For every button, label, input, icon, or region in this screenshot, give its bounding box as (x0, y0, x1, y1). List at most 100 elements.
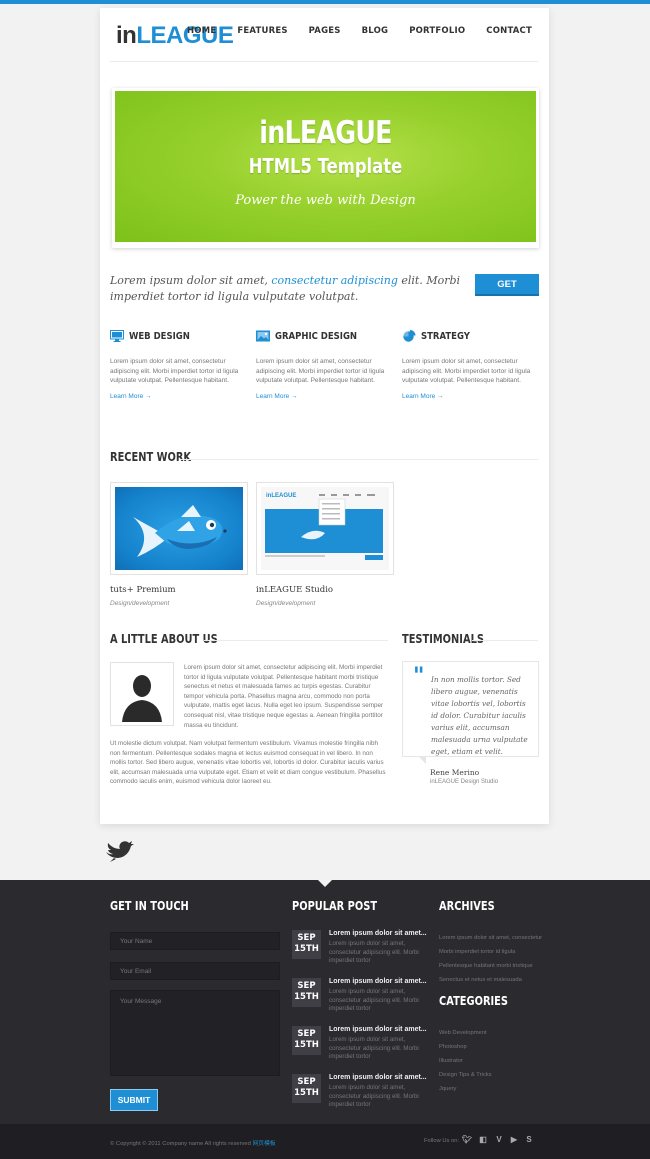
section-divider (180, 459, 538, 460)
flickr-icon[interactable]: ◧ (478, 1135, 488, 1145)
about-paragraph-1: Lorem ipsum dolor sit amet, consectetur … (184, 664, 384, 729)
categories-title: CATEGORIES (439, 994, 508, 1008)
archive-link[interactable]: Pellentesque habitant morbi tristique (439, 963, 533, 969)
portfolio-thumb-tuts[interactable] (110, 482, 248, 575)
copyright: © Copyright © 2011 Company name All righ… (110, 1138, 276, 1147)
feature-title: STRATEGY (421, 330, 470, 342)
category-link[interactable]: Jquery (439, 1086, 456, 1092)
intro-text: Lorem ipsum dolor sit amet, consectetur … (110, 273, 470, 305)
twitter-bird-icon[interactable] (104, 840, 134, 862)
testimonial-pointer (418, 756, 426, 764)
nav-features[interactable]: FEATURES (237, 26, 287, 36)
skype-icon[interactable]: S (524, 1135, 534, 1145)
category-link[interactable]: Photoshop (439, 1044, 467, 1050)
testimonial-box: " In non mollis tortor. Sed libero augue… (402, 661, 539, 757)
submit-button[interactable]: SUBMIT (110, 1089, 158, 1111)
user-silhouette-icon (114, 666, 170, 722)
post-month: SEP (297, 933, 316, 943)
monitor-icon (110, 330, 124, 342)
category-link[interactable]: Design Tips & Tricks (439, 1072, 492, 1078)
post-excerpt: Lorem ipsum dolor sit amet, consectetur … (329, 1084, 419, 1109)
post-excerpt: Lorem ipsum dolor sit amet, consectetur … (329, 1036, 419, 1061)
email-field[interactable]: Your Email (110, 962, 280, 980)
post-day: 15TH (294, 992, 319, 1002)
post-day: 15TH (294, 1088, 319, 1098)
site-preview: inLEAGUE (261, 487, 389, 570)
category-link[interactable]: Web Development (439, 1030, 487, 1036)
archive-link[interactable]: Lorem ipsum dolor sit amet, consectetur (439, 935, 542, 941)
work-subtitle: Design/development (256, 600, 316, 607)
testimonial-quote: In non mollis tortor. Sed libero augue, … (431, 675, 528, 756)
recent-work-title: RECENT WORK (110, 450, 192, 464)
nav-portfolio[interactable]: PORTFOLIO (409, 26, 465, 36)
archive-link[interactable]: Senectus et netus et malesuada (439, 977, 522, 983)
feature-title: GRAPHIC DESIGN (275, 330, 358, 342)
copyright-link[interactable]: 网页模板 (253, 1141, 276, 1147)
testimonial-author: Rene Merino (430, 768, 480, 777)
nav-contact[interactable]: CONTACT (486, 26, 532, 36)
feature-text: Lorem ipsum dolor sit amet, consectetur … (256, 358, 385, 384)
feature-strategy: STRATEGY Lorem ipsum dolor sit amet, con… (402, 329, 532, 400)
feature-graphic-design: GRAPHIC DESIGN Lorem ipsum dolor sit ame… (256, 329, 386, 400)
nav-blog[interactable]: BLOG (362, 26, 389, 36)
post-title[interactable]: Lorem ipsum dolor sit amet... (329, 1026, 427, 1033)
get-in-touch-title: GET IN TOUCH (110, 899, 189, 913)
work-title[interactable]: tuts+ Premium (110, 585, 176, 595)
post-title[interactable]: Lorem ipsum dolor sit amet... (329, 930, 427, 937)
twitter-icon[interactable]: 🐦︎ (462, 1135, 472, 1145)
post-title[interactable]: Lorem ipsum dolor sit amet... (329, 1074, 427, 1081)
avatar (110, 662, 174, 726)
feature-text: Lorem ipsum dolor sit amet, consectetur … (110, 358, 239, 384)
about-title: A LITTLE ABOUT US (110, 632, 218, 646)
post-date: SEP 15TH (292, 1074, 321, 1103)
get-button[interactable]: GET (475, 274, 539, 296)
post-excerpt: Lorem ipsum dolor sit amet, consectetur … (329, 940, 419, 965)
feature-title: WEB DESIGN (129, 330, 190, 342)
popular-post-item[interactable]: SEP 15TH Lorem ipsum dolor sit amet... Lo… (292, 1026, 432, 1066)
site-preview-graphic: inLEAGUE (265, 493, 383, 560)
intro-link[interactable]: consectetur adipiscing (271, 274, 398, 287)
category-link[interactable]: Illustrator (439, 1058, 463, 1064)
svg-text:inLEAGUE: inLEAGUE (266, 493, 296, 499)
learn-more-link[interactable]: Learn More → (402, 393, 532, 400)
learn-more-link[interactable]: Learn More → (256, 393, 386, 400)
name-field[interactable]: Your Name (110, 932, 280, 950)
learn-more-link[interactable]: Learn More → (110, 393, 240, 400)
popular-post-item[interactable]: SEP 15TH Lorem ipsum dolor sit amet... Lo… (292, 978, 432, 1018)
work-title[interactable]: inLEAGUE Studio (256, 585, 333, 595)
popular-post-title: POPULAR POST (292, 899, 378, 913)
portfolio-thumb-inleague[interactable]: inLEAGUE (256, 482, 394, 575)
pie-chart-icon (403, 330, 416, 342)
youtube-icon[interactable]: ▶ (509, 1135, 519, 1145)
post-date: SEP 15TH (292, 978, 321, 1007)
quote-icon: " (413, 663, 425, 689)
popular-post-item[interactable]: SEP 15TH Lorem ipsum dolor sit amet... Lo… (292, 1074, 432, 1114)
post-month: SEP (297, 981, 316, 991)
feature-text: Lorem ipsum dolor sit amet, consectetur … (402, 358, 531, 384)
footer (0, 880, 650, 1159)
post-month: SEP (297, 1077, 316, 1087)
hero-subtitle: HTML5 Template (248, 154, 403, 178)
nav-pages[interactable]: PAGES (309, 26, 341, 36)
bottom-bar (0, 1124, 650, 1159)
hero-banner: inLEAGUE HTML5 Template Power the web wi… (115, 91, 536, 242)
post-day: 15TH (294, 944, 319, 954)
main-nav: HOME FEATURES PAGES BLOG PORTFOLIO CONTA… (166, 26, 532, 36)
testimonials-title: TESTIMONIALS (402, 632, 484, 646)
post-excerpt: Lorem ipsum dolor sit amet, consectetur … (329, 988, 419, 1013)
hero-tagline: Power the web with Design (235, 193, 416, 208)
message-field[interactable]: Your Message (110, 990, 280, 1076)
post-date: SEP 15TH (292, 930, 321, 959)
section-divider (472, 640, 538, 641)
logo-in: in (116, 22, 137, 49)
archive-link[interactable]: Morbi imperdiet tortor id ligula (439, 949, 515, 955)
image-icon (256, 330, 270, 342)
post-title[interactable]: Lorem ipsum dolor sit amet... (329, 978, 427, 985)
feature-web-design: WEB DESIGN Lorem ipsum dolor sit amet, c… (110, 329, 240, 400)
vimeo-icon[interactable]: V (494, 1135, 504, 1145)
top-accent-bar (0, 0, 650, 4)
fish-illustration (115, 487, 243, 570)
popular-post-item[interactable]: SEP 15TH Lorem ipsum dolor sit amet... Lo… (292, 930, 432, 970)
work-subtitle: Design/development (110, 600, 170, 607)
nav-home[interactable]: HOME (187, 26, 216, 36)
